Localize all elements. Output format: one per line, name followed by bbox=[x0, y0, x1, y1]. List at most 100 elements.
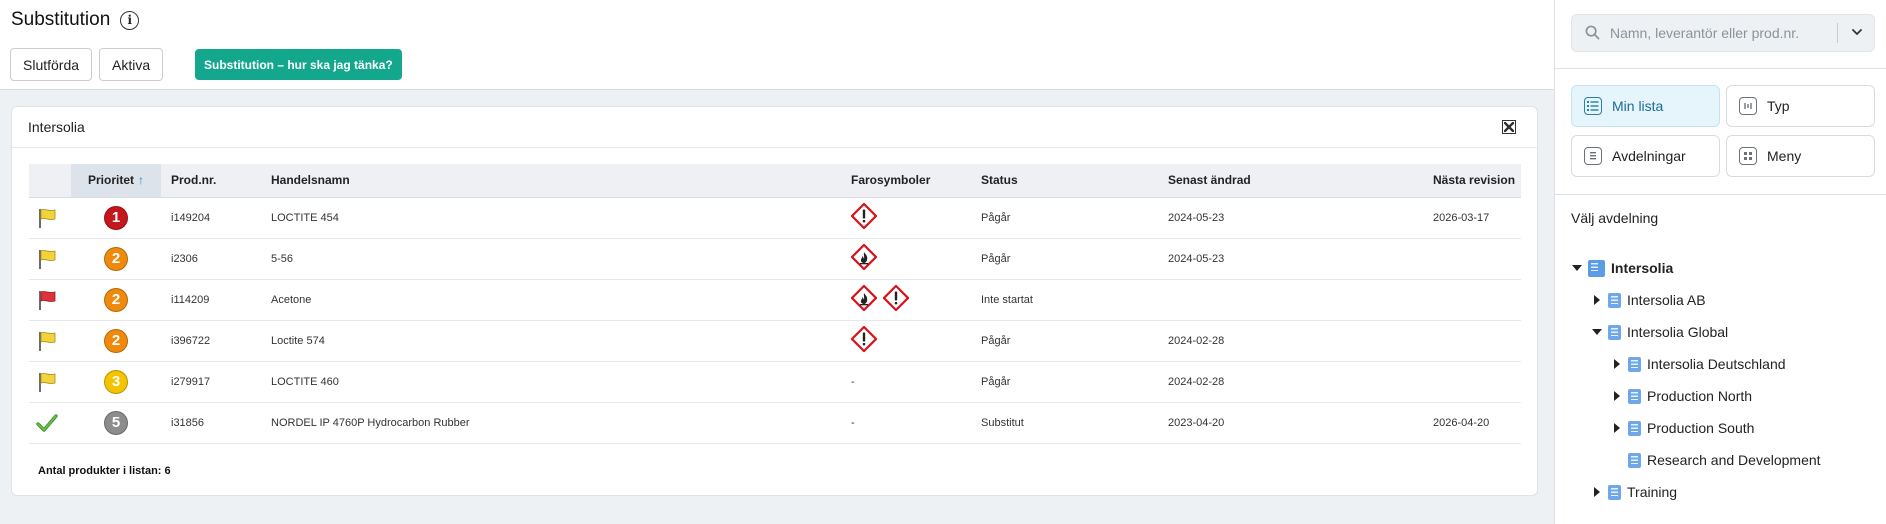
caret-right-icon[interactable] bbox=[1592, 487, 1602, 497]
table-row[interactable]: 2 i114209 Acetone Inte startat bbox=[29, 279, 1521, 321]
search-input[interactable] bbox=[1610, 15, 1838, 51]
tree-item[interactable]: Production South bbox=[1612, 416, 1754, 440]
priority-column-header[interactable]: Prioritet ↑ bbox=[71, 164, 161, 198]
priority-badge: 2 bbox=[104, 328, 128, 353]
building-icon bbox=[1628, 420, 1641, 436]
info-icon[interactable]: i bbox=[120, 10, 140, 30]
caret-right-icon[interactable] bbox=[1592, 295, 1602, 305]
tree-item[interactable]: Production North bbox=[1612, 384, 1752, 408]
page-title: Substitution bbox=[11, 9, 111, 30]
sort-ascending-icon: ↑ bbox=[138, 173, 144, 188]
last-changed-cell: 2023-04-20 bbox=[1158, 402, 1423, 444]
product-table: Prioritet ↑ Prod.nr. Handelsnamn Farosymb… bbox=[29, 164, 1521, 444]
status-cell: Inte startat bbox=[971, 279, 1158, 321]
priority-cell: 1 bbox=[71, 197, 161, 239]
hazard-symbols bbox=[850, 202, 971, 232]
table-row[interactable]: 2 i2306 5-56 Pågår 2024-05-23 bbox=[29, 238, 1521, 280]
building-icon bbox=[1628, 388, 1641, 404]
table-row[interactable]: 2 i396722 Loctite 574 Pågår 2024-02-28 bbox=[29, 320, 1521, 362]
flag-icon[interactable] bbox=[29, 279, 71, 321]
tile-type[interactable]: Typ bbox=[1726, 85, 1875, 127]
prod-nr-cell[interactable]: i2306 bbox=[161, 238, 261, 280]
table-row[interactable]: 3 i279917 LOCTITE 460- Pågår 2024-02-28 bbox=[29, 361, 1521, 403]
flame-hazard-icon bbox=[850, 243, 878, 273]
hazard-cell bbox=[841, 238, 971, 280]
hazard-text: - bbox=[851, 375, 855, 388]
caret-right-icon[interactable] bbox=[1612, 391, 1622, 401]
tile-my-list[interactable]: Min lista bbox=[1571, 85, 1720, 127]
hazard-text: - bbox=[851, 416, 855, 429]
flag-icon[interactable] bbox=[29, 320, 71, 362]
last-changed-cell bbox=[1158, 279, 1423, 321]
departments-icon bbox=[1584, 147, 1602, 165]
product-card: Intersolia Prioritet ↑ Prod.nr. Handelsna… bbox=[11, 106, 1538, 496]
card-header: Intersolia bbox=[12, 107, 1537, 148]
flag-icon[interactable] bbox=[29, 238, 71, 280]
hazard-cell bbox=[841, 320, 971, 362]
tree-item[interactable]: Intersolia Global bbox=[1592, 320, 1728, 344]
hazard-symbols bbox=[850, 284, 971, 314]
caret-down-icon[interactable] bbox=[1572, 263, 1582, 273]
hazard-column-header[interactable]: Farosymboler bbox=[841, 164, 971, 198]
caret-right-icon[interactable] bbox=[1612, 423, 1622, 433]
status-cell: Pågår bbox=[971, 197, 1158, 239]
prod-nr-cell[interactable]: i31856 bbox=[161, 402, 261, 444]
tree-item[interactable]: Intersolia bbox=[1572, 256, 1673, 280]
prod-nr-column-header[interactable]: Prod.nr. bbox=[161, 164, 261, 198]
tree-item-label: Production South bbox=[1647, 420, 1755, 436]
caret-right-icon[interactable] bbox=[1612, 359, 1622, 369]
tree-item-label: Intersolia Global bbox=[1627, 324, 1729, 340]
next-revision-cell bbox=[1423, 320, 1521, 362]
tree-item[interactable]: Training bbox=[1592, 480, 1677, 504]
sidebar-divider-2 bbox=[1555, 194, 1886, 195]
chevron-down-icon[interactable] bbox=[1850, 25, 1864, 39]
trade-name-cell[interactable]: LOCTITE 454 bbox=[261, 197, 841, 239]
tree-item-label: Production North bbox=[1647, 388, 1753, 404]
tree-item[interactable]: Intersolia AB bbox=[1592, 288, 1706, 312]
status-column-header[interactable]: Status bbox=[971, 164, 1158, 198]
menu-grid-icon bbox=[1739, 147, 1757, 165]
table-row[interactable]: 1 i149204 LOCTITE 454 Pågår 2024-05-23 2026-0… bbox=[29, 197, 1521, 239]
title-row: Substitution i bbox=[11, 9, 140, 31]
prod-nr-cell[interactable]: i149204 bbox=[161, 197, 261, 239]
tree-item[interactable]: Intersolia Deutschland bbox=[1612, 352, 1786, 376]
prod-nr-cell[interactable]: i114209 bbox=[161, 279, 261, 321]
excel-export-icon[interactable] bbox=[1502, 120, 1516, 134]
prod-nr-cell[interactable]: i396722 bbox=[161, 320, 261, 362]
tree-item[interactable]: Research and Development bbox=[1612, 448, 1821, 472]
flag-icon[interactable] bbox=[29, 197, 71, 239]
check-icon[interactable] bbox=[29, 402, 71, 444]
table-row[interactable]: 5 i31856 NORDEL IP 4760P Hydrocarbon Rubbe… bbox=[29, 402, 1521, 444]
search-box bbox=[1571, 14, 1875, 52]
flag-column-header bbox=[29, 164, 71, 198]
trade-name-cell[interactable]: NORDEL IP 4760P Hydrocarbon Rubber bbox=[261, 402, 841, 444]
tile-type-label: Typ bbox=[1767, 98, 1790, 114]
trade-name-column-header[interactable]: Handelsnamn bbox=[261, 164, 841, 198]
next-revision-column-header[interactable]: Nästa revision bbox=[1423, 164, 1521, 198]
trade-name-cell[interactable]: Loctite 574 bbox=[261, 320, 841, 362]
caret-down-icon[interactable] bbox=[1592, 327, 1602, 337]
active-button[interactable]: Aktiva bbox=[99, 48, 164, 81]
trade-name-cell[interactable]: LOCTITE 460 bbox=[261, 361, 841, 403]
flag-icon[interactable] bbox=[29, 361, 71, 403]
flame-hazard-icon bbox=[850, 284, 878, 314]
substitution-guide-button[interactable]: Substitution – hur ska jag tänka? bbox=[195, 49, 402, 80]
page-header: Substitution i Slutförda Aktiva Substitu… bbox=[0, 0, 1554, 90]
tree-item-label: Intersolia bbox=[1611, 260, 1674, 276]
trade-name-cell[interactable]: Acetone bbox=[261, 279, 841, 321]
filter-buttons: Slutförda Aktiva bbox=[10, 48, 164, 81]
priority-cell: 2 bbox=[71, 279, 161, 321]
prod-nr-cell[interactable]: i279917 bbox=[161, 361, 261, 403]
trade-name-cell[interactable]: 5-56 bbox=[261, 238, 841, 280]
building-icon bbox=[1588, 259, 1605, 277]
hazard-symbols bbox=[850, 325, 971, 355]
last-changed-column-header[interactable]: Senast ändrad bbox=[1158, 164, 1423, 198]
tree-item-label: Intersolia Deutschland bbox=[1647, 356, 1786, 372]
main-content: Substitution i Slutförda Aktiva Substitu… bbox=[0, 0, 1555, 524]
tile-departments[interactable]: Avdelningar bbox=[1571, 135, 1720, 177]
tile-menu[interactable]: Meny bbox=[1726, 135, 1875, 177]
hazard-cell: - bbox=[841, 402, 971, 444]
next-revision-cell: 2026-03-17 bbox=[1423, 197, 1521, 239]
priority-badge: 2 bbox=[104, 246, 128, 271]
completed-button[interactable]: Slutförda bbox=[10, 48, 93, 81]
